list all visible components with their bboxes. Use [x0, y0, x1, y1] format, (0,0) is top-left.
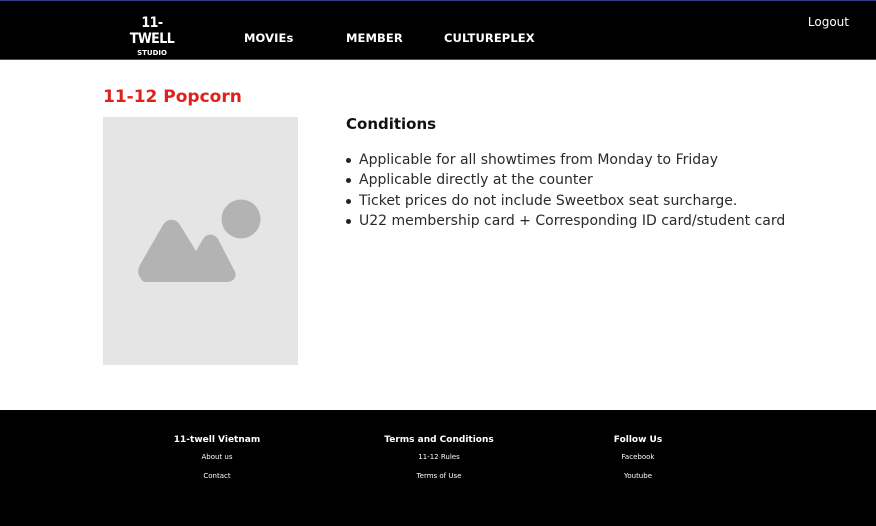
conditions-list: Applicable for all showtimes from Monday…: [346, 150, 785, 232]
top-nav-bar: 11-TWELL STUDIO MOVIEs MEMBER CULTUREPLE…: [0, 0, 876, 60]
logo-sub-text: STUDIO: [137, 49, 167, 57]
condition-item: Ticket prices do not include Sweetbox se…: [346, 191, 785, 211]
image-placeholder-icon: [138, 199, 261, 282]
condition-item: Applicable directly at the counter: [346, 170, 785, 190]
footer-heading: Follow Us: [613, 435, 663, 445]
nav-movies[interactable]: MOVIEs: [244, 31, 293, 45]
nav-member[interactable]: MEMBER: [346, 31, 403, 45]
footer-link-rules[interactable]: 11-12 Rules: [374, 453, 504, 462]
footer-column-terms: Terms and Conditions 11-12 Rules Terms o…: [374, 434, 504, 491]
footer-link-youtube[interactable]: Youtube: [598, 472, 678, 481]
footer-column-follow: Follow Us Facebook Youtube: [598, 434, 678, 491]
footer-link-facebook[interactable]: Facebook: [598, 453, 678, 462]
footer-link-about-us[interactable]: About us: [158, 453, 276, 462]
logo-main-text: 11-TWELL: [129, 15, 175, 47]
condition-item: Applicable for all showtimes from Monday…: [346, 150, 785, 170]
logout-link[interactable]: Logout: [808, 15, 849, 29]
nav-cultureplex[interactable]: CULTUREPLEX: [444, 31, 535, 45]
condition-item: U22 membership card + Corresponding ID c…: [346, 211, 785, 231]
site-logo[interactable]: 11-TWELL STUDIO: [124, 15, 180, 57]
footer-heading: 11-twell Vietnam: [173, 435, 261, 445]
conditions-heading: Conditions: [346, 115, 437, 133]
footer-heading: Terms and Conditions: [384, 435, 494, 445]
product-image: [103, 117, 298, 365]
footer-link-contact[interactable]: Contact: [158, 472, 276, 481]
site-footer: 11-twell Vietnam About us Contact Terms …: [0, 410, 876, 526]
footer-column-company: 11-twell Vietnam About us Contact: [158, 434, 276, 491]
footer-link-terms-of-use[interactable]: Terms of Use: [374, 472, 504, 481]
product-title: 11-12 Popcorn: [103, 87, 242, 107]
